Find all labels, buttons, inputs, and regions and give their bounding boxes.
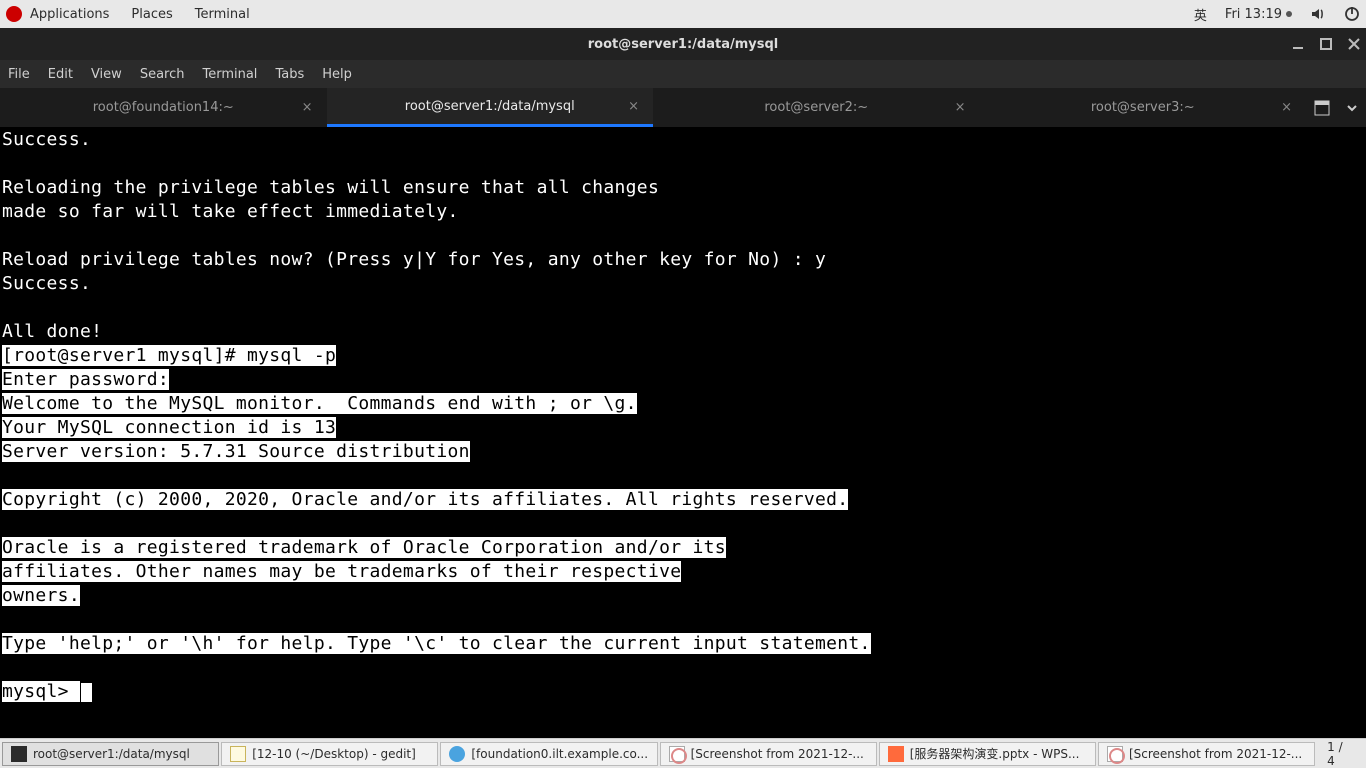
volume-icon[interactable] bbox=[1310, 6, 1326, 22]
tab-menu-icon[interactable] bbox=[1346, 102, 1358, 114]
tab-foundation14[interactable]: root@foundation14:~ × bbox=[0, 88, 327, 127]
menu-help[interactable]: Help bbox=[322, 67, 352, 82]
tab-close-icon[interactable]: × bbox=[628, 99, 639, 114]
tab-server3[interactable]: root@server3:~ × bbox=[980, 88, 1307, 127]
tab-label: root@server3:~ bbox=[1091, 100, 1195, 115]
tab-close-icon[interactable]: × bbox=[1281, 100, 1292, 115]
terminal-cursor bbox=[81, 683, 92, 702]
menu-view[interactable]: View bbox=[91, 67, 122, 82]
tab-label: root@foundation14:~ bbox=[93, 100, 234, 115]
terminal-menubar: File Edit View Search Terminal Tabs Help bbox=[0, 60, 1366, 88]
tab-close-icon[interactable]: × bbox=[302, 100, 313, 115]
task-screenshot-2[interactable]: [Screenshot from 2021-12-... bbox=[1098, 742, 1315, 766]
task-label: [Screenshot from 2021-12-... bbox=[1129, 747, 1302, 761]
close-button[interactable] bbox=[1348, 38, 1360, 50]
menu-edit[interactable]: Edit bbox=[48, 67, 73, 82]
terminal-text-unselected: Success. Reloading the privilege tables … bbox=[2, 129, 826, 342]
terminal-window: root@server1:/data/mysql File Edit View … bbox=[0, 28, 1366, 738]
wps-icon bbox=[888, 746, 904, 762]
tab-server2[interactable]: root@server2:~ × bbox=[653, 88, 980, 127]
distro-logo-icon bbox=[6, 6, 22, 22]
task-terminal[interactable]: root@server1:/data/mysql bbox=[2, 742, 219, 766]
terminal-text-selected: [root@server1 mysql]# mysql -p Enter pas… bbox=[2, 345, 871, 654]
workspace-indicator[interactable]: 1 / 4 bbox=[1317, 740, 1364, 768]
clock-label: Fri 13:19 bbox=[1225, 7, 1282, 22]
browser-icon bbox=[449, 746, 465, 762]
tab-label: root@server1:/data/mysql bbox=[405, 99, 575, 114]
task-wps[interactable]: [服务器架构演变.pptx - WPS... bbox=[879, 742, 1096, 766]
task-label: [Screenshot from 2021-12-... bbox=[691, 747, 864, 761]
terminal-output[interactable]: Success. Reloading the privilege tables … bbox=[0, 128, 1366, 704]
maximize-button[interactable] bbox=[1320, 38, 1332, 50]
minimize-button[interactable] bbox=[1292, 38, 1304, 50]
tab-close-icon[interactable]: × bbox=[955, 100, 966, 115]
mysql-prompt: mysql> bbox=[2, 681, 80, 702]
terminal-viewport[interactable]: Success. Reloading the privilege tables … bbox=[0, 128, 1366, 738]
task-label: [12-10 (~/Desktop) - gedit] bbox=[252, 747, 416, 761]
ime-indicator[interactable]: 英 bbox=[1194, 5, 1207, 24]
menu-file[interactable]: File bbox=[8, 67, 30, 82]
task-label: [foundation0.ilt.example.co... bbox=[471, 747, 648, 761]
terminal-tabbar: root@foundation14:~ × root@server1:/data… bbox=[0, 88, 1366, 128]
gedit-icon bbox=[230, 746, 246, 762]
window-title: root@server1:/data/mysql bbox=[588, 37, 778, 52]
task-label: [服务器架构演变.pptx - WPS... bbox=[910, 745, 1080, 762]
applications-menu[interactable]: Applications bbox=[30, 7, 109, 22]
menu-search[interactable]: Search bbox=[140, 67, 185, 82]
clock[interactable]: Fri 13:19 bbox=[1225, 7, 1292, 22]
task-label: root@server1:/data/mysql bbox=[33, 747, 190, 761]
menu-terminal[interactable]: Terminal bbox=[202, 67, 257, 82]
power-icon[interactable] bbox=[1344, 6, 1360, 22]
image-icon bbox=[669, 746, 685, 762]
window-titlebar[interactable]: root@server1:/data/mysql bbox=[0, 28, 1366, 60]
tab-label: root@server2:~ bbox=[764, 100, 868, 115]
places-menu[interactable]: Places bbox=[131, 7, 172, 22]
terminal-menu[interactable]: Terminal bbox=[195, 7, 250, 22]
menu-tabs[interactable]: Tabs bbox=[275, 67, 304, 82]
image-icon bbox=[1107, 746, 1123, 762]
gnome-top-panel: Applications Places Terminal 英 Fri 13:19 bbox=[0, 0, 1366, 28]
task-gedit[interactable]: [12-10 (~/Desktop) - gedit] bbox=[221, 742, 438, 766]
bottom-taskbar: root@server1:/data/mysql [12-10 (~/Deskt… bbox=[0, 738, 1366, 768]
tab-overview-icon[interactable] bbox=[1314, 100, 1330, 116]
tab-server1[interactable]: root@server1:/data/mysql × bbox=[327, 88, 654, 127]
task-browser[interactable]: [foundation0.ilt.example.co... bbox=[440, 742, 657, 766]
task-screenshot-1[interactable]: [Screenshot from 2021-12-... bbox=[660, 742, 877, 766]
terminal-icon bbox=[11, 746, 27, 762]
